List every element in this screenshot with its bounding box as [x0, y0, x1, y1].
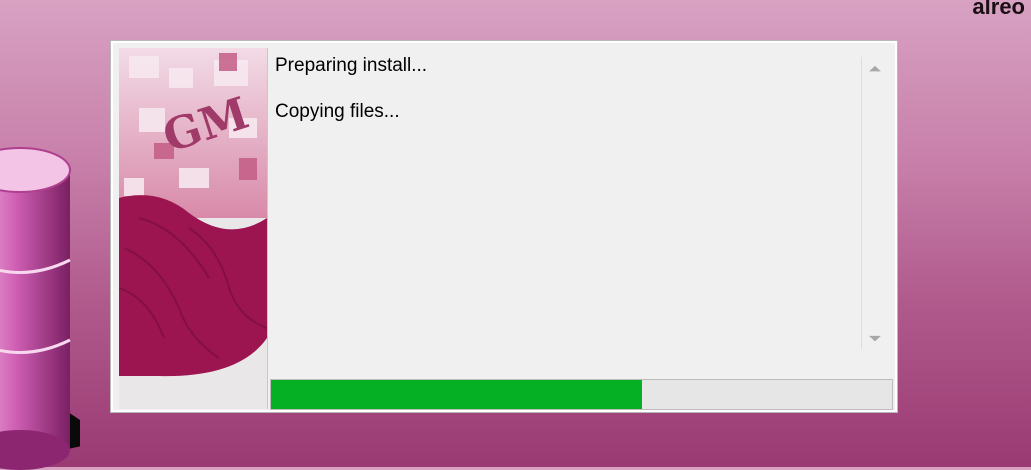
progress-fill [271, 380, 642, 409]
log-scrollbar[interactable]: ▲ ▼ [861, 57, 888, 349]
installer-banner-image: GM [119, 48, 268, 409]
install-progress-bar [270, 379, 893, 410]
chevron-down-icon[interactable]: ▼ [866, 334, 884, 342]
chevron-up-icon[interactable]: ▲ [866, 64, 884, 72]
corner-heading-text: alreo [972, 0, 1025, 19]
log-line: Copying files... [275, 101, 400, 122]
database-cylinder-icon [0, 147, 80, 470]
installer-dialog: GM Preparing install... Copying files...… [111, 41, 897, 412]
log-line: Preparing install... [275, 55, 428, 76]
install-log: Preparing install... Copying files... [273, 55, 863, 355]
